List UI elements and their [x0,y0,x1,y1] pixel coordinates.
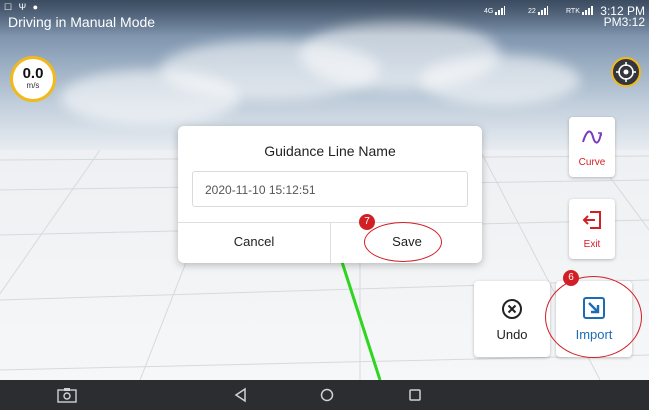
curve-icon [582,130,602,144]
cancel-button[interactable]: Cancel [178,222,330,263]
android-nav-bar [0,380,649,410]
crosshair-icon [616,62,636,82]
step-badge-7: 7 [359,214,375,230]
rtk-label: RTK [566,8,580,15]
status-bar: ☐ Ψ ● Driving in Manual Mode 4G 22 RTK 3… [0,0,649,36]
recents-icon[interactable] [404,385,426,405]
signal-4g-label: 4G [484,8,494,15]
step-badge-6: 6 [563,270,579,286]
home-icon[interactable] [316,385,338,405]
mode-title: Driving in Manual Mode [8,14,156,30]
signal-4g-icon: 4G [484,6,506,15]
close-circle-icon [502,299,522,319]
save-highlight-circle [364,222,442,262]
locate-button[interactable] [611,57,641,87]
clock: 3:12 PM PM3:12 [600,5,645,29]
notification-icons: ☐ Ψ ● [4,2,41,12]
screenshot-icon[interactable] [56,385,78,405]
speed-indicator: 0.0 m/s [10,56,56,102]
satellite-count: 22 [528,8,536,15]
curve-label: Curve [578,157,606,168]
exit-button[interactable]: Exit [569,199,615,259]
speed-value: 0.0 [22,65,44,82]
line-name-input[interactable]: 2020-11-10 15:12:51 [192,171,468,207]
speed-unit: m/s [26,81,40,90]
exit-icon [582,211,601,229]
curve-button[interactable]: Curve [569,117,615,177]
import-highlight-circle [545,276,642,358]
dialog-title: Guidance Line Name [264,143,396,159]
satellite-signal-icon: 22 [528,6,548,15]
exit-label: Exit [583,239,601,250]
undo-label: Undo [496,327,528,342]
back-icon[interactable] [230,385,252,405]
clock-time-overlap: PM3:12 [603,15,645,29]
undo-button[interactable]: Undo [474,281,550,357]
rtk-signal-icon: RTK [566,6,594,15]
